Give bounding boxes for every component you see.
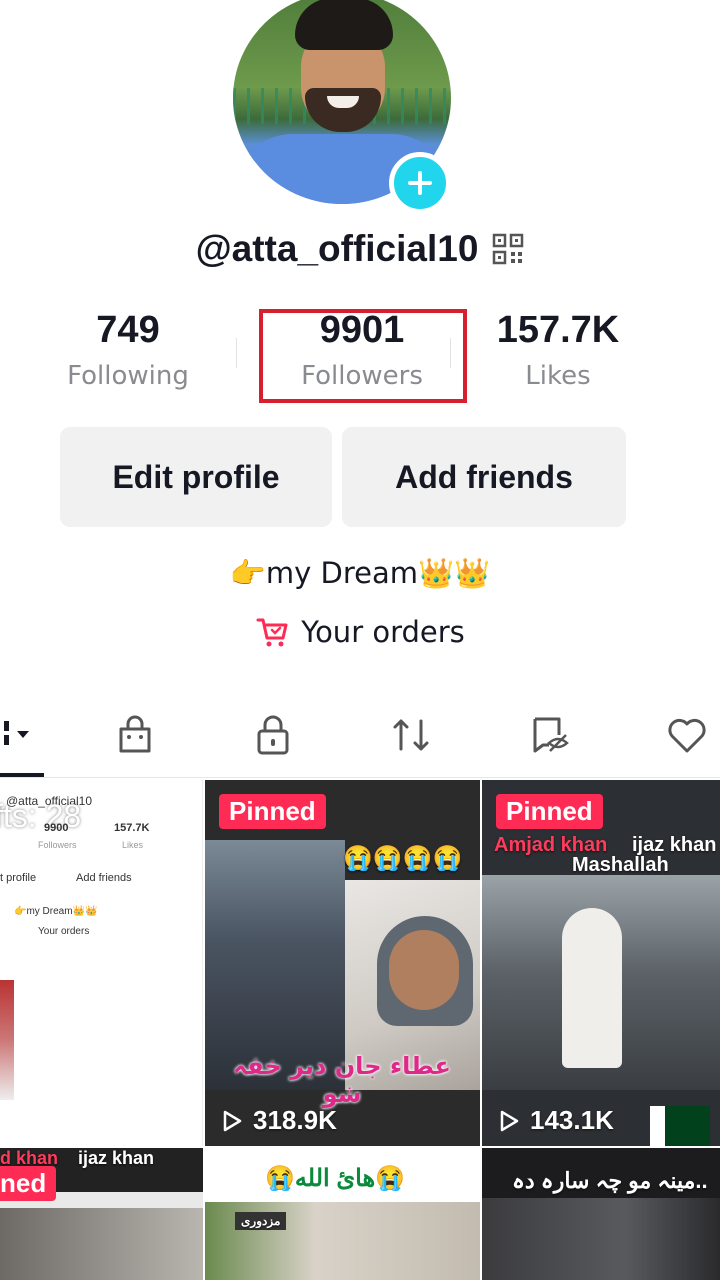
tab-videos[interactable] — [0, 710, 38, 760]
your-orders-label: Your orders — [301, 615, 465, 649]
plus-icon — [408, 171, 432, 195]
pinned-badge: Pinned — [219, 794, 326, 829]
mini-thumbnail — [0, 980, 14, 1100]
active-tab-indicator — [0, 773, 44, 777]
tab-private[interactable] — [248, 710, 298, 760]
mini-followers-count: 9900 — [44, 822, 69, 834]
likes-stat[interactable]: 157.7K Likes — [478, 306, 638, 398]
mini-bio: 👉my Dream👑👑 — [14, 906, 98, 917]
video-scene — [0, 1208, 203, 1280]
grid-icon — [4, 721, 29, 745]
shopping-bag-icon — [119, 715, 151, 753]
pakistan-flag-icon — [650, 1106, 710, 1146]
view-count-value: 143.1K — [530, 1105, 614, 1135]
add-avatar-button[interactable] — [389, 152, 451, 214]
video-subcaption: مزدوری — [235, 1212, 287, 1230]
pinned-badge: Pinned — [496, 794, 603, 829]
video-scene — [482, 1198, 720, 1280]
shopping-cart-icon — [256, 618, 288, 647]
tab-shop[interactable] — [110, 710, 160, 760]
view-count: 318.9K — [219, 1105, 337, 1136]
video-thumbnail[interactable]: @atta_official10 fts: 28 9900 157.7K Fol… — [0, 780, 203, 1146]
video-grid: @atta_official10 fts: 28 9900 157.7K Fol… — [0, 780, 720, 1280]
gifts-overlay: fts: 28 — [0, 798, 82, 834]
tab-reposts[interactable] — [386, 710, 436, 760]
view-count: 143.1K — [496, 1105, 614, 1136]
likes-count: 157.7K — [496, 309, 620, 351]
likes-label: Likes — [525, 361, 591, 391]
username: @atta_official10 — [195, 228, 479, 269]
avatar-beard — [305, 88, 381, 132]
add-friends-button[interactable]: Add friends — [342, 427, 626, 527]
mini-edit-label: t profile — [0, 872, 37, 884]
play-icon — [500, 1110, 519, 1131]
profile-tab-bar — [0, 700, 720, 778]
mini-followers-label: Followers — [38, 840, 77, 850]
tab-liked[interactable] — [662, 710, 712, 760]
profile-bio: 👉my Dream👑👑 — [229, 556, 491, 590]
video-thumbnail[interactable]: 😭هائ الله😭 مزدوری — [205, 1148, 480, 1280]
emoji-overlay: 😭😭😭😭 — [343, 845, 463, 872]
video-caption: 😭هائ الله😭 — [265, 1165, 405, 1192]
following-count: 749 — [96, 309, 160, 351]
video-thumbnail[interactable]: 😭😭😭😭 عطاء جان دیر خفہ شو Pinned 318.9K — [205, 780, 480, 1146]
username-row: @atta_official10 — [0, 228, 720, 270]
video-thumbnail[interactable]: مینہ مو چہ سارہ دہ.. — [482, 1148, 720, 1280]
view-count-value: 318.9K — [253, 1105, 337, 1135]
avatar-hair — [295, 0, 393, 50]
caption-right: ijaz khan — [78, 1148, 155, 1168]
play-icon — [223, 1110, 242, 1131]
your-orders-link[interactable]: Your orders — [0, 614, 720, 650]
edit-profile-button[interactable]: Edit profile — [60, 427, 332, 527]
pinned-badge: ned — [0, 1166, 57, 1201]
heart-icon — [668, 718, 706, 753]
caption-sub: Mashallah — [572, 854, 669, 876]
mini-orders: Your orders — [38, 926, 90, 937]
following-label: Following — [67, 361, 189, 391]
mini-likes-label: Likes — [122, 840, 144, 850]
repost-icon — [393, 719, 429, 751]
followers-highlight-box — [259, 309, 467, 403]
video-person — [562, 908, 622, 1068]
mini-add-label: Add friends — [76, 872, 132, 884]
video-caption: مینہ مو چہ سارہ دہ.. — [512, 1168, 708, 1193]
stat-divider — [236, 338, 237, 368]
mini-likes-count: 157.7K — [114, 822, 150, 834]
video-face — [389, 930, 459, 1010]
hidden-tag-icon — [533, 717, 569, 753]
video-caption: عطاء جان دیر خفہ شو — [233, 1052, 451, 1108]
tab-tagged[interactable] — [524, 710, 574, 760]
lock-icon — [257, 715, 289, 755]
qr-code-icon[interactable] — [492, 233, 524, 265]
video-thumbnail[interactable]: d khan ijaz khan ned — [0, 1148, 203, 1280]
following-stat[interactable]: 749 Following — [48, 306, 208, 398]
video-thumbnail[interactable]: Amjad khan ijaz khan Mashallah Pinned 14… — [482, 780, 720, 1146]
